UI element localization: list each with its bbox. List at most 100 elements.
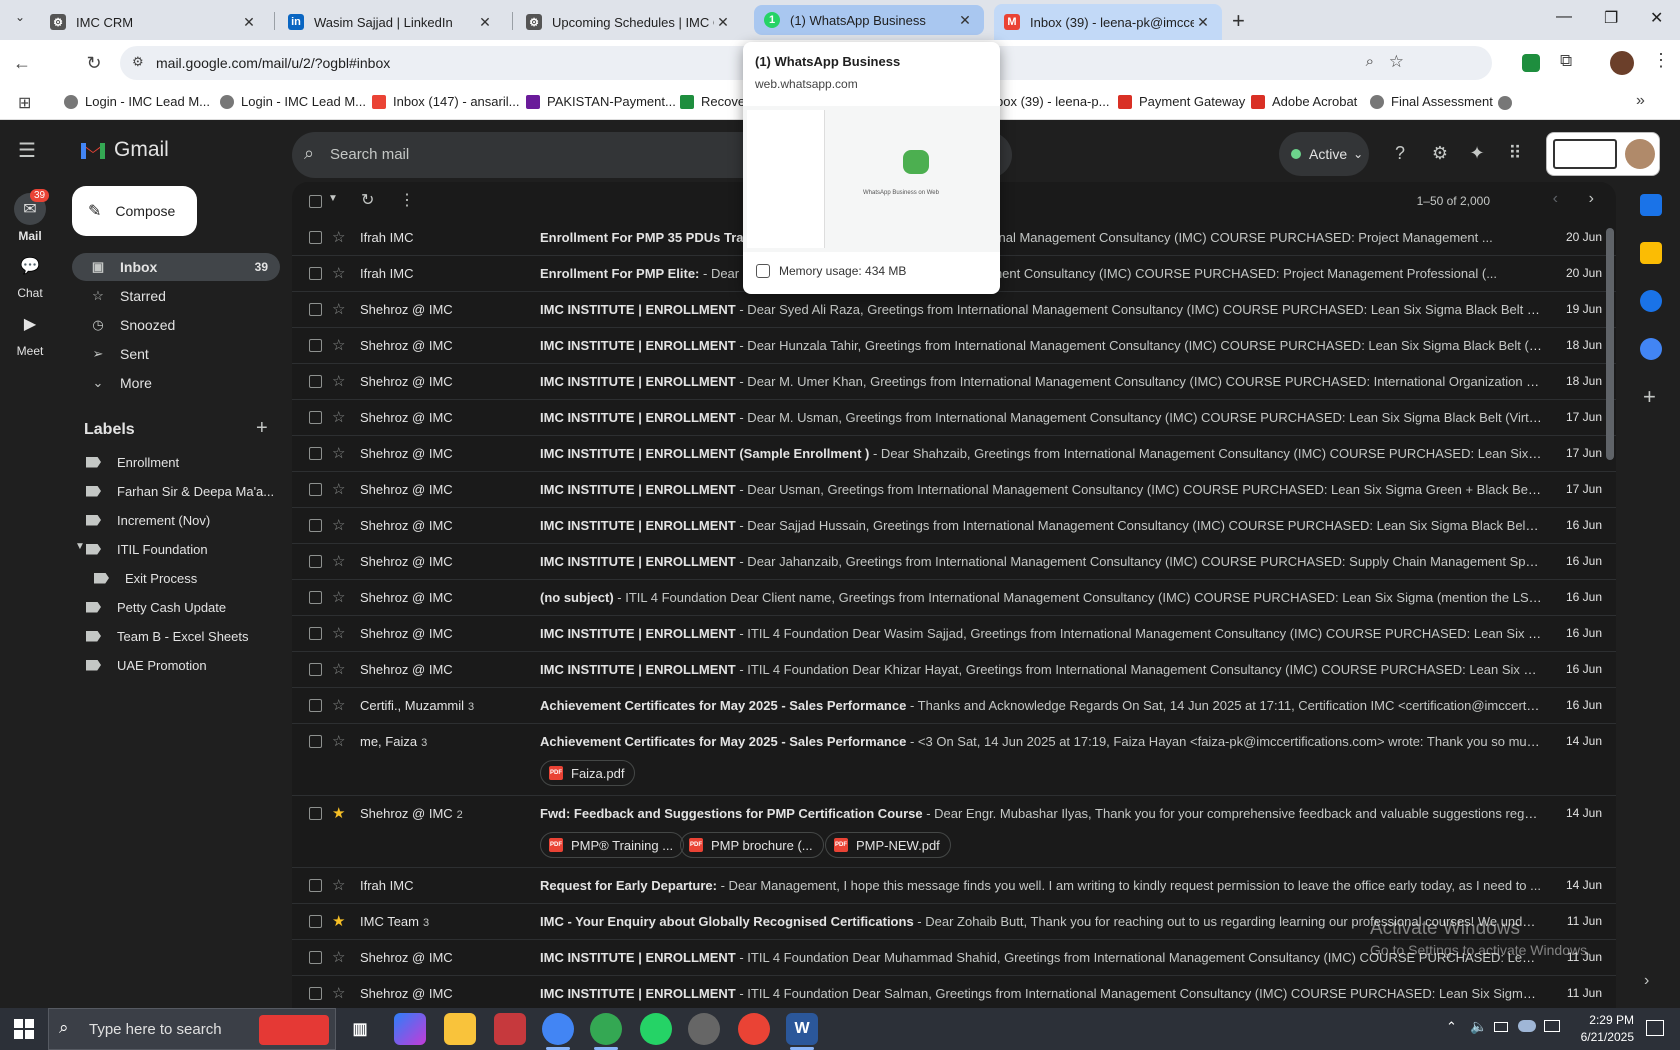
bookmark-item[interactable]: Recover bbox=[680, 94, 749, 109]
row-checkbox[interactable] bbox=[309, 879, 322, 892]
row-checkbox[interactable] bbox=[309, 483, 322, 496]
star-icon[interactable]: ☆ bbox=[332, 624, 345, 642]
row-checkbox[interactable] bbox=[309, 339, 322, 352]
star-icon[interactable]: ☆ bbox=[332, 552, 345, 570]
battery-icon[interactable] bbox=[1494, 1022, 1508, 1032]
row-checkbox[interactable] bbox=[309, 231, 322, 244]
more-actions-icon[interactable]: ⋮ bbox=[399, 190, 415, 210]
bookmark-star-icon[interactable]: ☆ bbox=[1389, 52, 1404, 72]
status-active-button[interactable]: Active ⌄ bbox=[1279, 132, 1369, 176]
bookmark-item[interactable]: Login - IMC Lead M... bbox=[220, 94, 366, 109]
label-item[interactable]: Farhan Sir & Deepa Ma'a... bbox=[86, 478, 274, 504]
label-item[interactable]: Enrollment bbox=[86, 449, 179, 475]
email-row[interactable]: ☆ Shehroz @ IMC IMC INSTITUTE | ENROLLMENT… bbox=[292, 616, 1616, 652]
extension-green-icon[interactable] bbox=[1522, 54, 1540, 72]
label-item[interactable]: Exit Process bbox=[94, 565, 197, 591]
star-icon[interactable]: ☆ bbox=[332, 264, 345, 282]
site-info-icon[interactable]: ⚙ bbox=[132, 54, 144, 70]
chrome-icon[interactable] bbox=[542, 1013, 574, 1045]
close-tab-icon[interactable]: ✕ bbox=[476, 14, 494, 31]
star-icon[interactable]: ☆ bbox=[332, 732, 345, 750]
star-icon[interactable]: ☆ bbox=[332, 480, 345, 498]
row-checkbox[interactable] bbox=[309, 807, 322, 820]
gemini-sparkle-icon[interactable]: ✦ bbox=[1464, 140, 1490, 166]
row-checkbox[interactable] bbox=[309, 915, 322, 928]
star-icon[interactable]: ★ bbox=[332, 912, 345, 930]
tab-imc-crm[interactable]: ⚙ IMC CRM ✕ bbox=[40, 4, 268, 40]
star-icon[interactable]: ☆ bbox=[332, 228, 345, 246]
email-row[interactable]: ☆ Certifi., Muzammil 3 Achievement Certific… bbox=[292, 688, 1616, 724]
whatsapp-icon[interactable] bbox=[640, 1013, 672, 1045]
row-checkbox[interactable] bbox=[309, 555, 322, 568]
bookmarks-overflow-chevron-icon[interactable]: » bbox=[1636, 92, 1645, 110]
label-item[interactable]: Petty Cash Update bbox=[86, 594, 226, 620]
email-row[interactable]: ☆ Shehroz @ IMC IMC INSTITUTE | ENROLLMENT… bbox=[292, 400, 1616, 436]
email-row[interactable]: ★ Shehroz @ IMC 2 Fwd: Feedback and Suggest… bbox=[292, 796, 1616, 868]
row-checkbox[interactable] bbox=[309, 735, 322, 748]
bookmark-item[interactable]: Inbox (147) - ansaril... bbox=[372, 94, 519, 109]
keep-icon[interactable] bbox=[1640, 242, 1662, 264]
row-checkbox[interactable] bbox=[309, 591, 322, 604]
create-label-plus-icon[interactable]: + bbox=[256, 417, 268, 440]
email-row[interactable]: ☆ Shehroz @ IMC IMC INSTITUTE | ENROLLMENT… bbox=[292, 472, 1616, 508]
row-checkbox[interactable] bbox=[309, 987, 322, 1000]
get-addons-plus-icon[interactable]: + bbox=[1643, 384, 1656, 410]
star-icon[interactable]: ☆ bbox=[332, 660, 345, 678]
list-scrollbar[interactable] bbox=[1606, 228, 1614, 460]
profile-avatar[interactable] bbox=[1610, 51, 1634, 75]
next-page-chevron-icon[interactable]: › bbox=[1589, 190, 1594, 208]
chrome-menu-icon[interactable]: ⋮ bbox=[1652, 50, 1670, 71]
email-row[interactable]: ☆ Shehroz @ IMC IMC INSTITUTE | ENROLLMENT… bbox=[292, 652, 1616, 688]
close-window-icon[interactable]: ✕ bbox=[1650, 8, 1663, 28]
nav-sent[interactable]: ➢ Sent bbox=[72, 340, 280, 368]
select-dropdown-chevron-icon[interactable]: ▼ bbox=[328, 193, 338, 204]
restore-window-icon[interactable]: ❐ bbox=[1604, 8, 1618, 28]
attachment-chip[interactable]: PDF PMP® Training ... bbox=[540, 832, 685, 858]
close-tab-icon[interactable]: ✕ bbox=[240, 14, 258, 31]
email-row[interactable]: ☆ Shehroz @ IMC IMC INSTITUTE | ENROLLMENT… bbox=[292, 436, 1616, 472]
tab-upcoming-schedules[interactable]: ⚙ Upcoming Schedules | IMC Cert ✕ bbox=[516, 4, 742, 40]
close-tab-icon[interactable]: ✕ bbox=[1194, 14, 1212, 31]
show-hidden-icons-chevron-icon[interactable]: ⌃ bbox=[1446, 1019, 1457, 1035]
gear-icon[interactable] bbox=[1498, 96, 1512, 110]
compose-button[interactable]: ✎ Compose bbox=[72, 186, 197, 236]
star-icon[interactable]: ☆ bbox=[332, 372, 345, 390]
chrome-icon[interactable] bbox=[738, 1013, 770, 1045]
star-icon[interactable]: ☆ bbox=[332, 336, 345, 354]
help-icon[interactable]: ? bbox=[1387, 140, 1413, 166]
taskbar-search-box[interactable]: ⌕ Type here to search bbox=[48, 1008, 336, 1050]
bookmark-item[interactable]: Adobe Acrobat bbox=[1251, 94, 1357, 109]
star-icon[interactable]: ☆ bbox=[332, 444, 345, 462]
email-row[interactable]: ☆ me, Faiza 3 Achievement Certificates for … bbox=[292, 724, 1616, 796]
nav-starred[interactable]: ☆ Starred bbox=[72, 282, 280, 310]
close-tab-icon[interactable]: ✕ bbox=[714, 14, 732, 31]
chrome-icon[interactable] bbox=[590, 1013, 622, 1045]
nav-inbox[interactable]: ▣ Inbox 39 bbox=[72, 253, 280, 281]
bookmark-item[interactable]: Login - IMC Lead M... bbox=[64, 94, 210, 109]
rail-meet[interactable]: ▶ Meet bbox=[0, 308, 60, 358]
label-item[interactable]: Increment (Nov) bbox=[86, 507, 210, 533]
bookmark-item[interactable]: box (39) - leena-p... bbox=[996, 94, 1109, 109]
email-row[interactable]: ☆ Shehroz @ IMC IMC INSTITUTE | ENROLLMENT… bbox=[292, 976, 1616, 1008]
new-tab-plus-icon[interactable]: + bbox=[1232, 8, 1245, 34]
star-icon[interactable]: ☆ bbox=[332, 984, 345, 1002]
hide-side-panel-chevron-icon[interactable]: › bbox=[1644, 972, 1649, 990]
star-icon[interactable]: ☆ bbox=[332, 300, 345, 318]
tab-whatsapp-business[interactable]: 1 (1) WhatsApp Business ✕ bbox=[754, 5, 984, 35]
email-row[interactable]: ☆ Shehroz @ IMC IMC INSTITUTE | ENROLLMENT… bbox=[292, 544, 1616, 580]
account-avatar[interactable] bbox=[1625, 139, 1655, 169]
network-icon[interactable] bbox=[1544, 1020, 1560, 1032]
tab-gmail-inbox[interactable]: M Inbox (39) - leena-pk@imccertif ✕ bbox=[994, 4, 1222, 40]
copilot-icon[interactable] bbox=[394, 1013, 426, 1045]
volume-icon[interactable]: 🔈 bbox=[1470, 1018, 1487, 1035]
onedrive-icon[interactable] bbox=[1518, 1020, 1536, 1032]
email-row[interactable]: ☆ Shehroz @ IMC (no subject) - ITIL 4 Foun… bbox=[292, 580, 1616, 616]
tab-linkedin[interactable]: in Wasim Sajjad | LinkedIn ✕ bbox=[278, 4, 504, 40]
close-tab-icon[interactable]: ✕ bbox=[956, 12, 974, 29]
bookmark-item[interactable]: PAKISTAN-Payment... bbox=[526, 94, 676, 109]
app-icon[interactable] bbox=[494, 1013, 526, 1045]
gmail-logo[interactable]: Gmail bbox=[80, 138, 169, 162]
star-icon[interactable]: ☆ bbox=[332, 876, 345, 894]
star-icon[interactable]: ☆ bbox=[332, 948, 345, 966]
bookmark-item[interactable]: Final Assessment bbox=[1370, 94, 1493, 109]
